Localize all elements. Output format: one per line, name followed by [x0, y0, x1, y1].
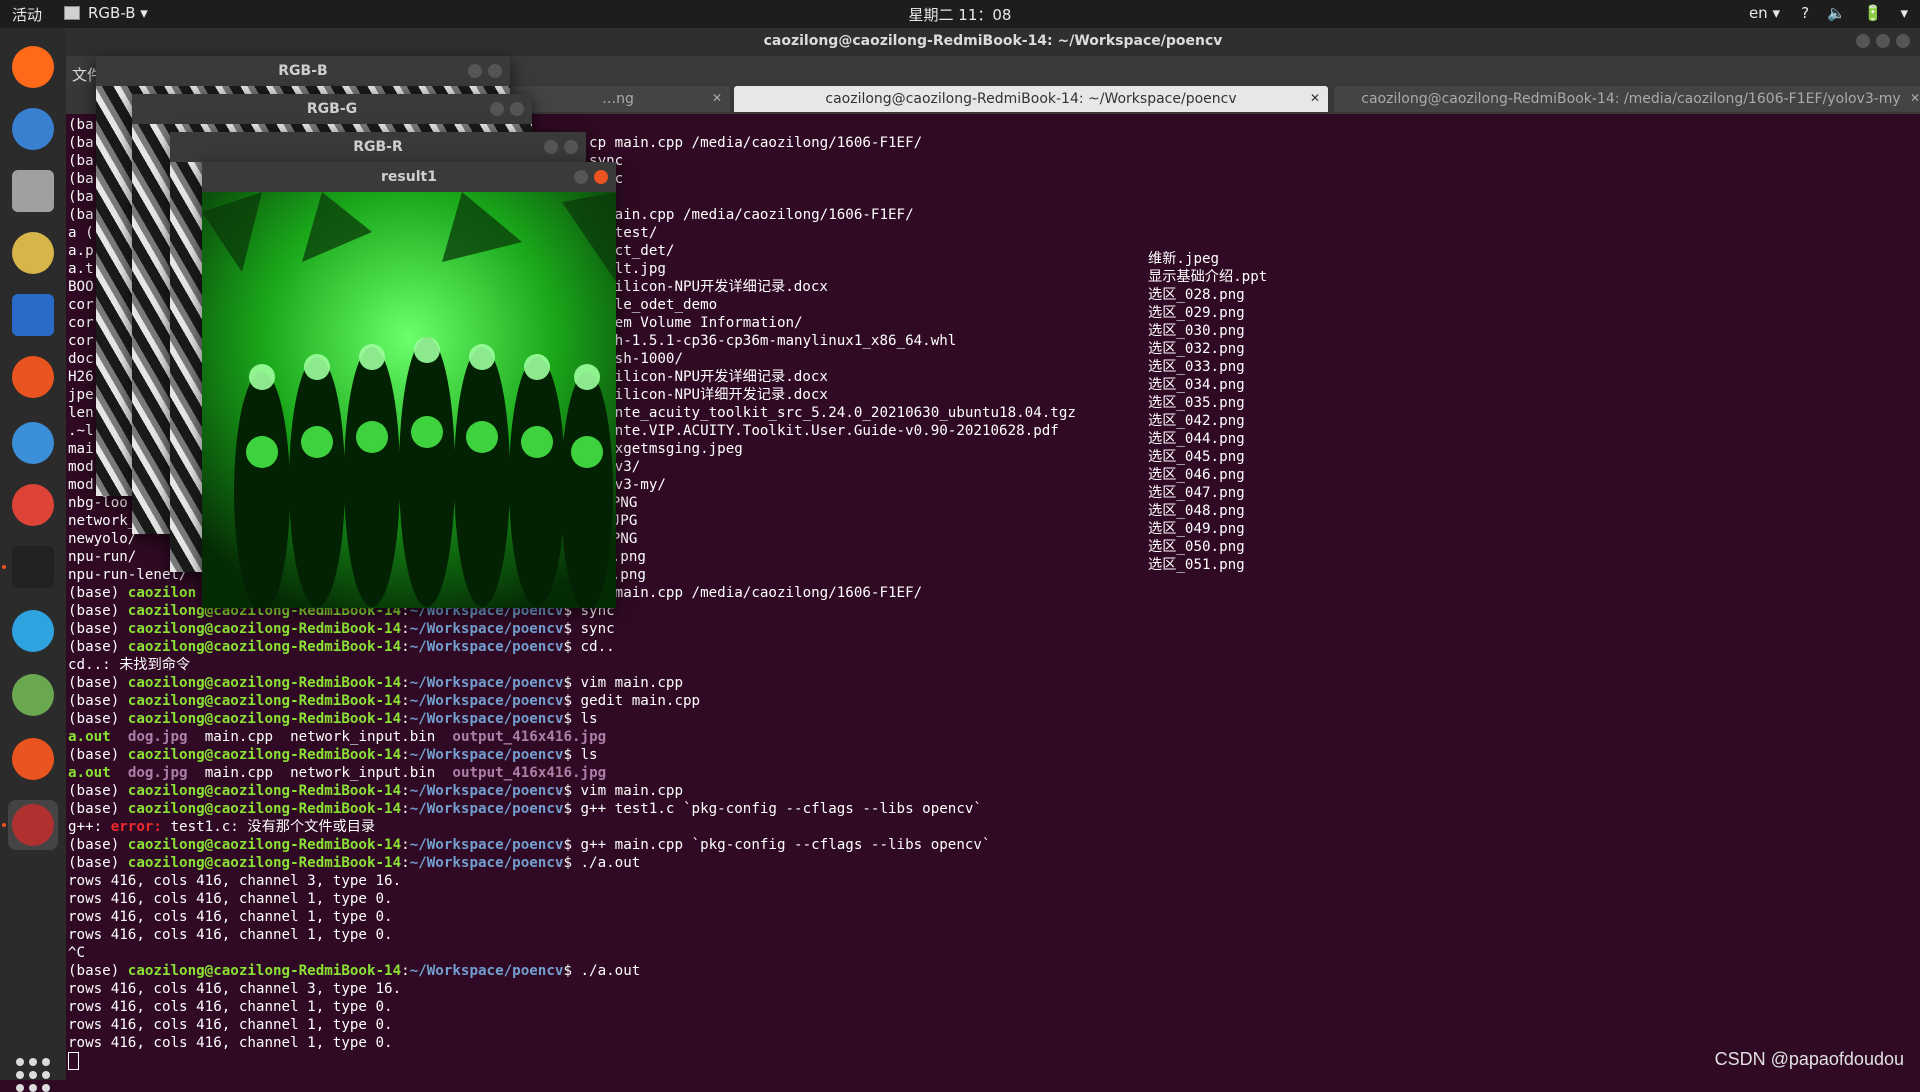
terminal-line: (base) caozilong@caozilong-RedmiBook-14:…	[68, 621, 615, 637]
system-tray[interactable]: ? 🔈 🔋 ▾	[1801, 4, 1908, 22]
ls-entry: 维新.jpeg	[1148, 251, 1220, 267]
terminal-line: (base) caozilong@caozilong-RedmiBook-14:…	[68, 783, 684, 799]
terminal-line: (base) caozilong@caozilong-RedmiBook-14:…	[68, 963, 641, 979]
ls-entry: 选区_047.png	[1148, 485, 1245, 501]
ls-entry: 选区_049.png	[1148, 521, 1245, 537]
dock	[0, 28, 66, 1092]
terminal-line: (base) caozilong@caozilong-RedmiBook-14:…	[68, 675, 684, 691]
terminal-line: a.out dog.jpg main.cpp network_input.bin…	[68, 765, 607, 781]
writer-icon[interactable]	[8, 290, 58, 340]
ls-entry: 显示基础介绍.ppt	[1148, 269, 1268, 285]
terminal-line: rows 416, cols 416, channel 1, type 0.	[68, 909, 393, 925]
terminal-line: rows 416, cols 416, channel 3, type 16.	[68, 981, 402, 997]
tab-close-icon[interactable]: ✕	[1910, 91, 1920, 105]
terminal-line: (base) caozilong@caozilong-RedmiBook-14:…	[68, 855, 641, 871]
network-app-icon[interactable]	[8, 734, 58, 784]
ls-column-right: 维新.jpeg 显示基础介绍.ppt 选区_028.png 选区_029.png 选区_…	[1148, 250, 1267, 574]
terminal-line: rows 416, cols 416, channel 1, type 0.	[68, 1017, 393, 1033]
terminal-line: (base) caozilong@caozilong-RedmiBook-14:…	[68, 747, 598, 763]
show-applications-icon[interactable]	[16, 1058, 50, 1092]
terminal-line: rows 416, cols 416, channel 1, type 0.	[68, 1035, 393, 1051]
language-indicator[interactable]: en ▾	[1749, 4, 1780, 22]
ls-entry: 选区_034.png	[1148, 377, 1245, 393]
ls-entry: 选区_051.png	[1148, 557, 1245, 573]
terminal-line: (base) caozilong@caozilong-RedmiBook-14:…	[68, 639, 615, 655]
window-title: caozilong@caozilong-RedmiBook-14: ~/Work…	[763, 33, 1223, 49]
terminal-line: (base) caozilong@caozilong-RedmiBook-14:…	[68, 837, 991, 853]
minimize-icon[interactable]	[468, 64, 482, 78]
ls-entry: 选区_045.png	[1148, 449, 1245, 465]
terminal-line	[68, 1052, 1076, 1070]
ls-entry: 选区_048.png	[1148, 503, 1245, 519]
system-menu-arrow-icon[interactable]: ▾	[1900, 4, 1908, 22]
tab-close-icon[interactable]: ✕	[712, 91, 722, 105]
result1-window[interactable]: result1	[202, 162, 616, 608]
help-icon[interactable]	[8, 418, 58, 468]
volume-icon[interactable]: 🔈	[1827, 4, 1846, 22]
thunderbird-icon[interactable]	[8, 104, 58, 154]
top-bar: 活动 RGB-B ▾ 星期二 11：08 en ▾ ? 🔈 🔋 ▾	[0, 0, 1920, 28]
result1-title: result1	[202, 162, 616, 192]
ls-entry: 选区_028.png	[1148, 287, 1245, 303]
tab-1[interactable]: …ng ✕	[506, 86, 730, 112]
close-icon[interactable]	[488, 64, 502, 78]
ls-entry: 选区_050.png	[1148, 539, 1245, 555]
rhythmbox-icon[interactable]	[8, 228, 58, 278]
rgb-g-title: RGB-G	[132, 94, 532, 124]
software-center-icon[interactable]	[8, 352, 58, 402]
minimize-icon[interactable]	[490, 102, 504, 116]
maximize-icon[interactable]	[1876, 34, 1890, 48]
ls-entry: 选区_035.png	[1148, 395, 1245, 411]
ls-entry: 选区_029.png	[1148, 305, 1245, 321]
tab-label: …ng	[602, 91, 634, 107]
text-cursor	[68, 1052, 79, 1070]
close-icon[interactable]	[510, 102, 524, 116]
terminal-line: ^C	[68, 945, 86, 961]
terminal-line: rows 416, cols 416, channel 1, type 0.	[68, 927, 393, 943]
ls-entry: 选区_044.png	[1148, 431, 1245, 447]
files-icon[interactable]	[8, 166, 58, 216]
terminal-line: (base) caozilong@caozilong-RedmiBook-14:…	[68, 711, 598, 727]
ls-entry: 选区_046.png	[1148, 467, 1245, 483]
terminal-icon[interactable]	[8, 542, 58, 592]
minimize-icon[interactable]	[544, 140, 558, 154]
ls-entry: 选区_042.png	[1148, 413, 1245, 429]
image-viewer-icon[interactable]	[8, 670, 58, 720]
tab-2[interactable]: caozilong@caozilong-RedmiBook-14: ~/Work…	[734, 86, 1328, 112]
help-tray-icon[interactable]: ?	[1801, 4, 1809, 22]
result1-image	[202, 192, 616, 608]
window-titlebar[interactable]: caozilong@caozilong-RedmiBook-14: ~/Work…	[66, 28, 1920, 56]
terminal-line: a.out dog.jpg main.cpp network_input.bin…	[68, 729, 607, 745]
tab-close-icon[interactable]: ✕	[1310, 91, 1320, 105]
terminal-line: cd..: 未找到命令	[68, 657, 191, 673]
terminal-line: (base) caozilong@caozilong-RedmiBook-14:…	[68, 801, 982, 817]
blocked-app-icon[interactable]	[8, 800, 58, 850]
battery-icon[interactable]: 🔋	[1864, 4, 1883, 22]
terminal-line: (base) caozilong@caozilong-RedmiBook-14:…	[68, 693, 701, 709]
close-icon[interactable]	[594, 170, 608, 184]
terminal-line: rows 416, cols 416, channel 1, type 0.	[68, 891, 393, 907]
tab-3[interactable]: caozilong@caozilong-RedmiBook-14: /media…	[1334, 86, 1920, 112]
rgb-r-title: RGB-R	[170, 132, 586, 162]
minimize-icon[interactable]	[1856, 34, 1870, 48]
terminal-line: rows 416, cols 416, channel 1, type 0.	[68, 999, 393, 1015]
settings-icon[interactable]	[8, 606, 58, 656]
rgb-b-title: RGB-B	[96, 56, 510, 86]
terminal-line: rows 416, cols 416, channel 3, type 16.	[68, 873, 402, 889]
minimize-icon[interactable]	[574, 170, 588, 184]
ls-entry: 选区_032.png	[1148, 341, 1245, 357]
chrome-icon[interactable]	[8, 480, 58, 530]
watermark: CSDN @papaofdoudou	[1714, 1049, 1904, 1069]
tab-label: caozilong@caozilong-RedmiBook-14: /media…	[1361, 91, 1901, 107]
close-icon[interactable]	[564, 140, 578, 154]
ls-entry: 选区_030.png	[1148, 323, 1245, 339]
clock[interactable]: 星期二 11：08	[0, 4, 1920, 25]
close-icon[interactable]	[1896, 34, 1910, 48]
tab-label: caozilong@caozilong-RedmiBook-14: ~/Work…	[825, 91, 1237, 107]
ls-entry: 选区_033.png	[1148, 359, 1245, 375]
running-indicator	[2, 823, 6, 827]
running-indicator	[2, 565, 6, 569]
terminal-line: g++: error: test1.c: 没有那个文件或目录	[68, 819, 376, 835]
firefox-icon[interactable]	[8, 42, 58, 92]
